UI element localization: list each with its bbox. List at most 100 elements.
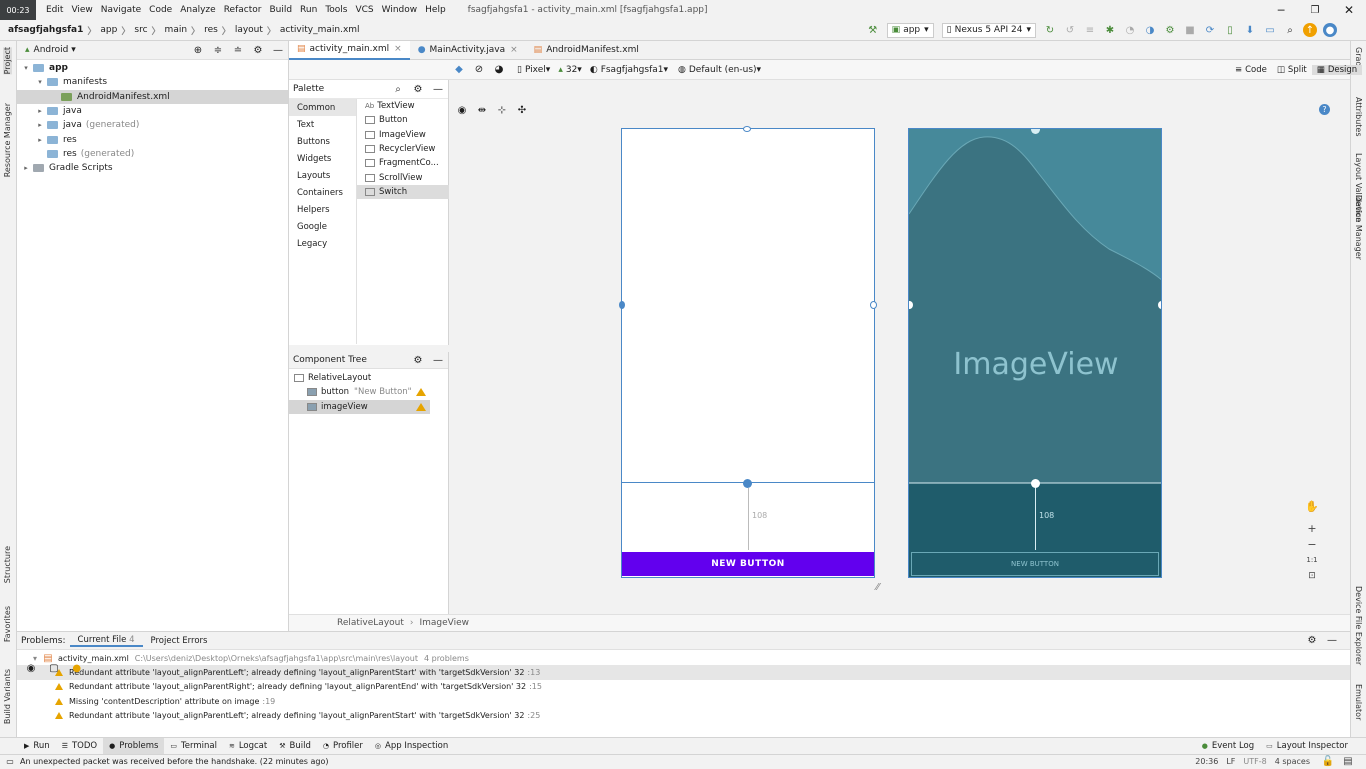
attach-icon[interactable]: ⚙	[1163, 23, 1177, 37]
view-mode-code[interactable]: ≡ Code	[1230, 65, 1272, 75]
menu-run[interactable]: Run	[296, 5, 321, 15]
stop-icon[interactable]: ■	[1183, 23, 1197, 37]
editor-tab[interactable]: ● MainActivity.java ×	[410, 41, 526, 60]
palette-item[interactable]: ImageView	[357, 128, 449, 142]
theme-dropdown[interactable]: ◐ Fsagfjahgsfa1 ▾	[590, 65, 668, 75]
tree-arrow-icon[interactable]: ▸	[35, 136, 45, 144]
problems-settings-icon[interactable]: ⚙	[1305, 634, 1319, 648]
bottom-tab-todo[interactable]: ☰ TODO	[56, 738, 103, 755]
hammer-icon[interactable]: ⚒	[866, 23, 880, 37]
design-canvas[interactable]	[449, 100, 1350, 614]
pan-icon[interactable]: ✋	[1303, 498, 1321, 514]
bottom-tab-problems[interactable]: ● Problems	[103, 737, 165, 755]
memory-icon[interactable]: ▤	[1341, 755, 1355, 769]
bottom-tab-run[interactable]: ▶ Run	[18, 738, 56, 755]
project-tool-tab[interactable]: Project	[3, 47, 12, 75]
breadcrumb-item[interactable]: main	[165, 25, 188, 35]
project-tree-item[interactable]: ▸ java	[17, 104, 288, 118]
tree-arrow-icon[interactable]: ▾	[21, 64, 31, 72]
close-button[interactable]: ✕	[1332, 3, 1366, 17]
palette-search-icon[interactable]: ⌕	[391, 82, 405, 96]
sdk-manager-icon[interactable]: ⬇	[1243, 23, 1257, 37]
palette-settings-icon[interactable]: ⚙	[411, 82, 425, 96]
zoom-fit-button[interactable]: ⊡	[1303, 568, 1321, 584]
palette-category[interactable]: Buttons	[289, 133, 356, 150]
menu-build[interactable]: Build	[265, 5, 296, 15]
breadcrumb-item[interactable]: res	[204, 25, 218, 35]
apply-changes-icon[interactable]: ↺	[1063, 23, 1077, 37]
blueprint-preview[interactable]: 108 NEW BUTTON	[619, 126, 877, 578]
problems-hide-icon[interactable]: —	[1325, 634, 1339, 648]
breadcrumb-item[interactable]: afsagfjahgsfa1	[8, 25, 83, 35]
editor-tab[interactable]: ▤ AndroidManifest.xml	[526, 41, 647, 60]
problem-item[interactable]: Redundant attribute 'layout_alignParentL…	[17, 665, 1350, 680]
palette-category[interactable]: Containers	[289, 184, 356, 201]
coverage-icon[interactable]: ≡	[1083, 23, 1097, 37]
design-surface-icon[interactable]: ◆	[452, 63, 466, 77]
palette-category[interactable]: Common	[289, 99, 356, 117]
ctree-root[interactable]: RelativeLayout	[289, 371, 448, 385]
update-icon[interactable]: ↑	[1303, 23, 1317, 37]
avd-manager-icon[interactable]: ▯	[1223, 23, 1237, 37]
breadcrumb-item[interactable]: layout	[235, 25, 263, 35]
debug-icon[interactable]: ✱	[1103, 23, 1117, 37]
file-encoding[interactable]: UTF-8	[1243, 757, 1266, 766]
device-manager-tool-tab[interactable]: Device Manager	[1354, 195, 1363, 260]
ctree-item[interactable]: imageView	[289, 399, 430, 414]
lock-icon[interactable]: 🔓	[1321, 755, 1335, 769]
project-tree-item[interactable]: ▸ res	[17, 132, 288, 146]
palette-hide-icon[interactable]: —	[431, 82, 445, 96]
tree-arrow-icon[interactable]: ▸	[35, 121, 45, 129]
breadcrumb-item[interactable]: activity_main.xml	[280, 25, 360, 35]
palette-item[interactable]: ScrollView	[357, 170, 449, 184]
hide-panel-icon[interactable]: —	[271, 43, 285, 57]
menu-window[interactable]: Window	[378, 5, 422, 15]
collapse-all-icon[interactable]: ≐	[231, 43, 245, 57]
emulator-tool-tab[interactable]: Emulator	[1354, 684, 1363, 720]
build-variants-tool-tab[interactable]: Build Variants	[3, 669, 12, 724]
anchor-left[interactable]	[619, 301, 625, 309]
search-icon[interactable]: ⌕	[1283, 23, 1297, 37]
autoscroll-icon[interactable]: ▢	[47, 661, 61, 675]
rerun-icon[interactable]: ↻	[1043, 23, 1057, 37]
new-button-preview[interactable]: NEW BUTTON	[622, 552, 874, 576]
device-select[interactable]: ▯ Nexus 5 API 24 ▾	[941, 22, 1036, 38]
status-message[interactable]: An unexpected packet was received before…	[20, 757, 329, 766]
palette-category[interactable]: Google	[289, 219, 356, 236]
menu-view[interactable]: View	[67, 5, 96, 15]
breadcrumb-item[interactable]: app	[100, 25, 117, 35]
project-tree-item[interactable]: ▾ manifests	[17, 75, 288, 89]
cursor-position[interactable]: 20:36	[1195, 757, 1218, 766]
editor-tab[interactable]: ▤ activity_main.xml ×	[289, 40, 410, 60]
preview-icon[interactable]: ◉	[24, 661, 38, 675]
palette-category[interactable]: Legacy	[289, 236, 356, 253]
bulb-icon[interactable]: ●	[70, 661, 84, 675]
warning-icon[interactable]	[416, 402, 426, 411]
bottom-tab-profiler[interactable]: ◔ Profiler	[317, 738, 369, 755]
line-separator[interactable]: LF	[1226, 757, 1235, 766]
favorites-tool-tab[interactable]: Favorites	[3, 606, 12, 642]
palette-item[interactable]: RecyclerView	[357, 142, 449, 156]
tree-arrow-icon[interactable]: ▸	[21, 164, 31, 172]
design-anchor-bottom[interactable]	[1031, 479, 1040, 488]
bottom-tab-terminal[interactable]: ▭ Terminal	[164, 738, 223, 755]
expand-all-icon[interactable]: ≑	[211, 43, 225, 57]
api-dropdown[interactable]: ▴ 32 ▾	[558, 65, 582, 75]
zoom-actual-button[interactable]: 1:1	[1303, 552, 1321, 568]
palette-category[interactable]: Helpers	[289, 202, 356, 219]
palette-item[interactable]: FragmentCo...	[357, 156, 449, 170]
ctree-settings-icon[interactable]: ⚙	[411, 353, 425, 367]
locale-dropdown[interactable]: ◍ Default (en-us) ▾	[678, 65, 761, 75]
attributes-tool-tab[interactable]: Attributes	[1354, 97, 1363, 137]
palette-category[interactable]: Widgets	[289, 150, 356, 167]
bottom-tab-logcat[interactable]: ≋ Logcat	[223, 738, 273, 755]
problem-item[interactable]: Missing 'contentDescription' attribute o…	[17, 694, 1350, 708]
project-tree-item[interactable]: ▸ java (generated)	[17, 118, 288, 132]
imageview-bounds[interactable]	[622, 129, 874, 483]
tab-project-errors[interactable]: Project Errors	[143, 636, 216, 646]
close-tab-icon[interactable]: ×	[394, 44, 402, 54]
palette-category[interactable]: Layouts	[289, 167, 356, 184]
zoom-in-button[interactable]: +	[1303, 520, 1321, 536]
device-file-explorer-tool-tab[interactable]: Device File Explorer	[1354, 586, 1363, 665]
indent-setting[interactable]: 4 spaces	[1275, 757, 1310, 766]
